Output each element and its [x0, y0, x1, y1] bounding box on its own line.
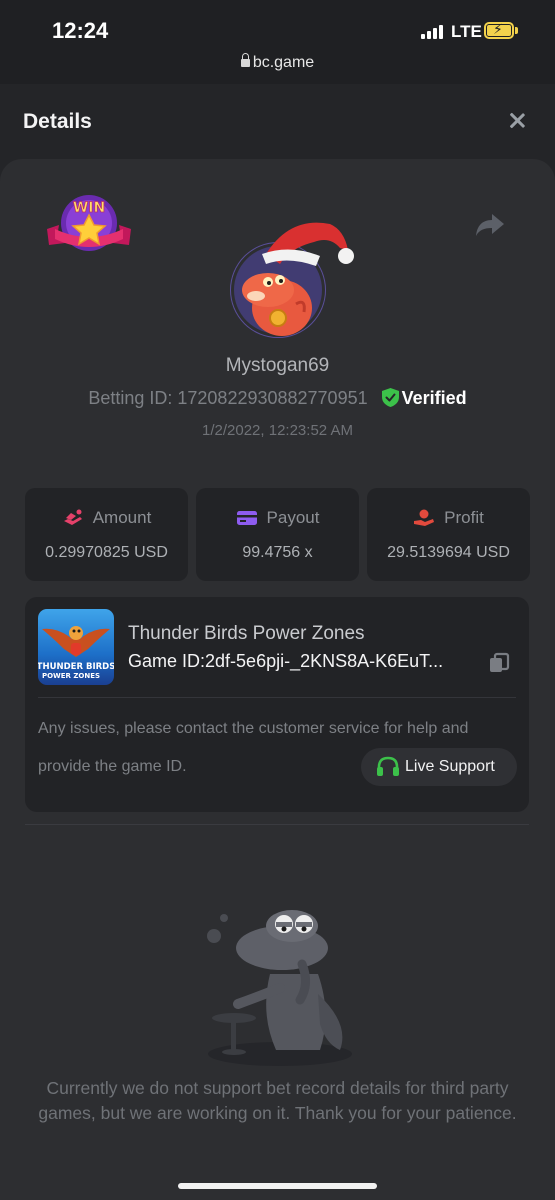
thumb-title-line1: THUNDER BIRDS	[38, 662, 114, 672]
support-hint-line1: Any issues, please contact the customer …	[38, 720, 469, 737]
stat-amount-value: 0.29970825 USD	[45, 544, 168, 561]
page-title: Details	[23, 110, 92, 133]
stat-payout-value: 99.4756 x	[242, 544, 313, 561]
game-id-label: Game ID:	[128, 651, 206, 671]
sheet-header: Details	[0, 84, 555, 159]
details-sheet: Details WIN Mystogan69 Betting ID: 17208…	[0, 84, 555, 1200]
win-badge-icon: WIN	[47, 195, 131, 251]
bet-timestamp: 1/2/2022, 12:23:52 AM	[202, 422, 353, 439]
stat-profit-label: Profit	[444, 508, 484, 527]
verified-label: Verified	[401, 388, 467, 408]
stat-profit: Profit 29.5139694 USD	[367, 488, 530, 581]
game-thumbnail[interactable]: THUNDER BIRDS POWER ZONES	[38, 609, 114, 685]
santa-hat-icon	[262, 222, 354, 266]
battery-tip	[515, 27, 518, 34]
verified-shield-icon	[381, 388, 399, 407]
status-bar: 12:24 LTE ⚡ bc.game	[0, 0, 555, 84]
url-text: bc.game	[252, 54, 315, 71]
stat-profit-value: 29.5139694 USD	[387, 544, 510, 561]
signal-icon	[421, 25, 443, 39]
betting-id-row: Betting ID: 1720822930882770951 Verified	[0, 388, 555, 409]
stat-amount-label: Amount	[92, 508, 152, 527]
headset-icon	[377, 756, 399, 776]
thunder-bird-icon: THUNDER BIRDS POWER ZONES	[38, 626, 114, 680]
game-id-row: Game ID:2df-5e6pji-_2KNS8A-K6EuT...	[128, 651, 478, 672]
live-support-button[interactable]: Live Support	[361, 748, 517, 786]
battery-icon: ⚡	[484, 21, 514, 39]
copy-icon[interactable]	[488, 652, 510, 674]
username: Mystogan69	[225, 355, 330, 376]
third-party-notice: Currently we do not support bet record d…	[38, 1078, 517, 1123]
betting-id-value: 1720822930882770951	[177, 388, 368, 408]
network-label: LTE	[451, 22, 482, 41]
clock: 12:24	[52, 18, 109, 43]
stat-amount: Amount 0.29970825 USD	[25, 488, 188, 581]
game-id-value: 2df-5e6pji-_2KNS8A-K6EuT...	[205, 651, 444, 671]
thumb-title-line2: POWER ZONES	[42, 672, 100, 680]
stat-payout: Payout 99.4756 x	[196, 488, 359, 581]
url-bar[interactable]: bc.game	[0, 53, 555, 72]
game-card: THUNDER BIRDS POWER ZONES Thunder Birds …	[25, 597, 529, 812]
betting-id-label: Betting ID:	[88, 388, 173, 408]
win-badge-label: WIN	[73, 200, 105, 216]
home-indicator[interactable]	[178, 1183, 377, 1189]
profit-icon	[414, 509, 435, 526]
payout-icon	[236, 511, 257, 525]
details-content: WIN Mystogan69 Betting ID: 1720822930882…	[0, 159, 555, 1200]
crocodile-illustration-icon	[207, 910, 352, 1066]
share-icon[interactable]	[474, 211, 506, 239]
stat-payout-label: Payout	[266, 508, 320, 527]
live-support-label: Live Support	[405, 758, 495, 775]
amount-icon	[63, 509, 82, 525]
card-divider	[38, 697, 516, 698]
section-divider	[25, 824, 529, 825]
lock-icon	[240, 53, 250, 67]
support-hint-line2: provide the game ID.	[38, 758, 187, 775]
close-button[interactable]	[503, 108, 531, 136]
game-name: Thunder Birds Power Zones	[128, 623, 365, 644]
